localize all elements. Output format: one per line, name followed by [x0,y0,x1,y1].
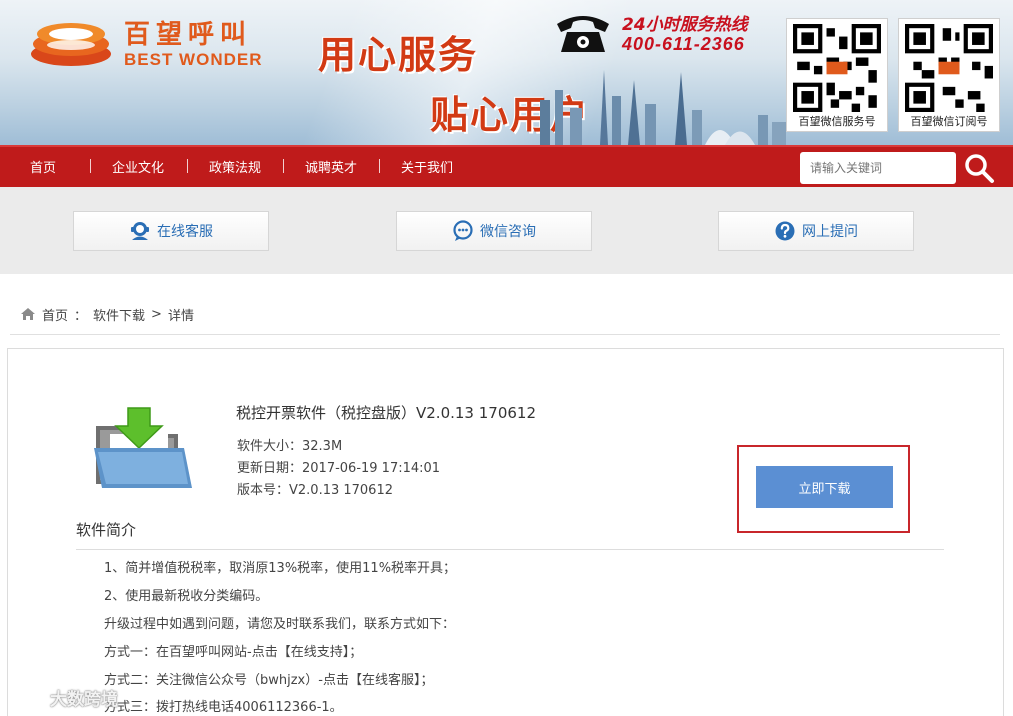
breadcrumb-home[interactable]: 首页 [42,305,68,324]
download-button[interactable]: 立即下载 [756,466,893,508]
intro-line: 升级过程中如遇到问题，请您及时联系我们，联系方式如下： [104,617,456,632]
breadcrumb-divider [10,334,1000,335]
brand-name-en: BEST WONDER [124,50,263,69]
nav-item-careers[interactable]: 诚聘英才 [305,157,357,176]
home-icon [21,308,35,320]
breadcrumb-separator: > [151,306,162,322]
hotline-number: 400-611-2366 [622,34,745,54]
intro-line: 方式一：在百望呼叫网站-点击【在线支持】； [104,645,363,660]
nav-separator [379,159,380,173]
online-service-button[interactable]: 在线客服 [73,211,269,251]
ask-online-label: 网上提问 [802,224,858,240]
search-input[interactable] [800,152,956,184]
intro-line: 2、使用最新税收分类编码。 [104,589,269,604]
qr-code-icon [793,24,881,112]
nav-item-culture[interactable]: 企业文化 [112,157,164,176]
brand-name-cn: 百望呼叫 [124,20,253,50]
watermark-logo-icon [8,687,46,707]
qr-code-icon [905,24,993,112]
software-update-date: 更新日期：2017-06-19 17:14:01 [237,461,441,476]
ask-online-button[interactable]: 网上提问 [718,211,914,251]
nav-separator [283,159,284,173]
qr-code-subscription-account: 百望微信订阅号 [898,18,1000,132]
city-skyline-image [540,70,786,145]
breadcrumb-current: 详情 [167,308,194,324]
breadcrumb-section[interactable]: 软件下载 [93,305,145,324]
telephone-icon [557,16,609,52]
qr-caption: 百望微信服务号 [798,115,876,128]
software-title: 税控开票软件（税控盘版）V2.0.13 170612 [236,404,537,422]
intro-line: 方式二：关注微信公众号（bwhjzx）-点击【在线客服】； [104,673,434,688]
nav-item-about[interactable]: 关于我们 [401,157,453,176]
chat-bubble-icon [453,220,473,241]
question-icon [775,221,795,241]
search-icon[interactable] [962,151,996,185]
brand-logo-icon[interactable] [28,14,114,68]
nav-separator [187,159,188,173]
breadcrumb: 首页 ： 软件下载 > 详情 [20,304,194,324]
qr-caption: 百望微信订阅号 [910,115,988,128]
download-folder-icon [94,407,192,488]
qr-code-service-account: 百望微信服务号 [786,18,888,132]
slogan-line-1: 用心服务 [318,33,479,77]
header-banner: 百望呼叫 BEST WONDER 用心服务 贴心用户 24小时服务热线 400-… [0,0,1013,145]
nav-item-home[interactable]: 首页 [30,157,56,176]
intro-line: 1、简并增值税税率，取消原13%税率，使用11%税率开具； [104,561,457,576]
online-service-label: 在线客服 [157,224,213,240]
software-size: 软件大小：32.3M [237,439,343,454]
hotline-label: 24小时服务热线 [622,15,748,35]
customer-service-icon [131,222,149,240]
intro-line: 方式三：拨打热线电话4006112366-1。 [104,700,343,715]
nav-separator [90,159,91,173]
software-version: 版本号：V2.0.13 170612 [237,483,394,498]
intro-divider [76,549,944,550]
nav-item-policy[interactable]: 政策法规 [209,157,261,176]
wechat-consult-label: 微信咨询 [480,224,536,240]
watermark: 大数跨境 [8,683,118,711]
wechat-consult-button[interactable]: 微信咨询 [396,211,592,251]
watermark-text: 大数跨境 [50,689,118,710]
intro-title: 软件简介 [76,521,137,539]
breadcrumb-separator: ： [74,308,88,324]
